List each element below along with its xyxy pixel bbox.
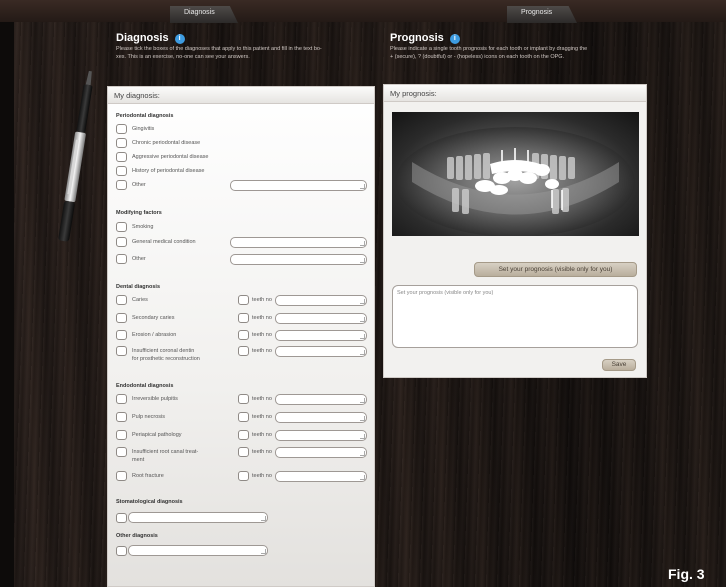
opg-xray-drawing [395, 127, 635, 236]
checkbox[interactable] [116, 412, 127, 422]
checkbox[interactable] [116, 546, 127, 556]
teeth-checkbox[interactable] [238, 471, 249, 481]
teeth-no-field[interactable] [275, 447, 367, 458]
save-button[interactable]: Save [602, 359, 636, 371]
set-prognosis-button[interactable]: Set your prognosis (visible only for you… [474, 262, 637, 277]
stomatological-title: Stomatological diagnosis [116, 499, 183, 505]
top-bar [0, 0, 726, 22]
checkbox[interactable] [116, 295, 127, 305]
diagnosis-panel: My diagnosis: Periodontal diagnosis Ging… [107, 86, 375, 587]
modifying-other-field[interactable] [230, 254, 367, 265]
checkbox[interactable] [116, 138, 127, 148]
teeth-no-field[interactable] [275, 346, 367, 357]
teeth-checkbox[interactable] [238, 295, 249, 305]
teeth-checkbox[interactable] [238, 346, 249, 356]
other-diagnosis-field[interactable] [128, 545, 268, 556]
teeth-checkbox[interactable] [238, 330, 249, 340]
medical-condition-field[interactable] [230, 237, 367, 248]
checkbox[interactable] [116, 222, 127, 232]
checkbox[interactable] [116, 471, 127, 481]
endodontal-title: Endodontal diagnosis [116, 383, 174, 389]
checkbox[interactable] [116, 166, 127, 176]
teeth-no-field[interactable] [275, 471, 367, 482]
teeth-no-field[interactable] [275, 394, 367, 405]
periodontal-other-field[interactable] [230, 180, 367, 191]
prognosis-textarea[interactable]: Set your prognosis (visible only for you… [392, 285, 638, 348]
pen-illustration [58, 70, 93, 242]
teeth-checkbox[interactable] [238, 412, 249, 422]
teeth-checkbox[interactable] [238, 313, 249, 323]
checkbox[interactable] [116, 430, 127, 440]
dental-title: Dental diagnosis [116, 284, 161, 290]
info-icon[interactable]: i [174, 34, 185, 44]
checkbox[interactable] [116, 124, 127, 134]
checkbox[interactable] [116, 313, 127, 323]
diagnosis-description: Please tick the boxes of the diagnoses t… [116, 46, 322, 60]
prognosis-panel-header: My prognosis: [384, 85, 646, 102]
stomatological-field[interactable] [128, 512, 268, 523]
checkbox[interactable] [116, 237, 127, 247]
checkbox[interactable] [116, 447, 127, 457]
prognosis-panel: My prognosis: Set your prognosis (visibl… [383, 84, 647, 378]
diagnosis-panel-header: My diagnosis: [108, 87, 374, 104]
teeth-no-field[interactable] [275, 412, 367, 423]
checkbox[interactable] [116, 346, 127, 356]
modifying-title: Modifying factors [116, 210, 162, 216]
diagnosis-heading: Diagnosis i [116, 32, 185, 44]
checkbox[interactable] [116, 330, 127, 340]
left-edge-strip [0, 22, 14, 587]
checkbox[interactable] [116, 152, 127, 162]
opg-xray-image[interactable] [392, 112, 639, 236]
teeth-checkbox[interactable] [238, 430, 249, 440]
checkbox[interactable] [116, 180, 127, 190]
prognosis-heading: Prognosis i [390, 32, 460, 44]
checkbox[interactable] [116, 254, 127, 264]
checkbox[interactable] [116, 394, 127, 404]
prognosis-description: Please indicate a single tooth prognosis… [390, 46, 588, 60]
other-diagnosis-title: Other diagnosis [116, 533, 158, 539]
figure-label: Fig. 3 [668, 566, 705, 582]
teeth-no-field[interactable] [275, 313, 367, 324]
teeth-checkbox[interactable] [238, 447, 249, 457]
info-icon[interactable]: i [449, 34, 460, 44]
tab-diagnosis[interactable]: Diagnosis [170, 6, 238, 23]
teeth-checkbox[interactable] [238, 394, 249, 404]
periodontal-title: Periodontal diagnosis [116, 113, 174, 119]
teeth-no-field[interactable] [275, 295, 367, 306]
checkbox[interactable] [116, 513, 127, 523]
tab-prognosis[interactable]: Prognosis [507, 6, 577, 23]
teeth-no-field[interactable] [275, 430, 367, 441]
teeth-no-field[interactable] [275, 330, 367, 341]
